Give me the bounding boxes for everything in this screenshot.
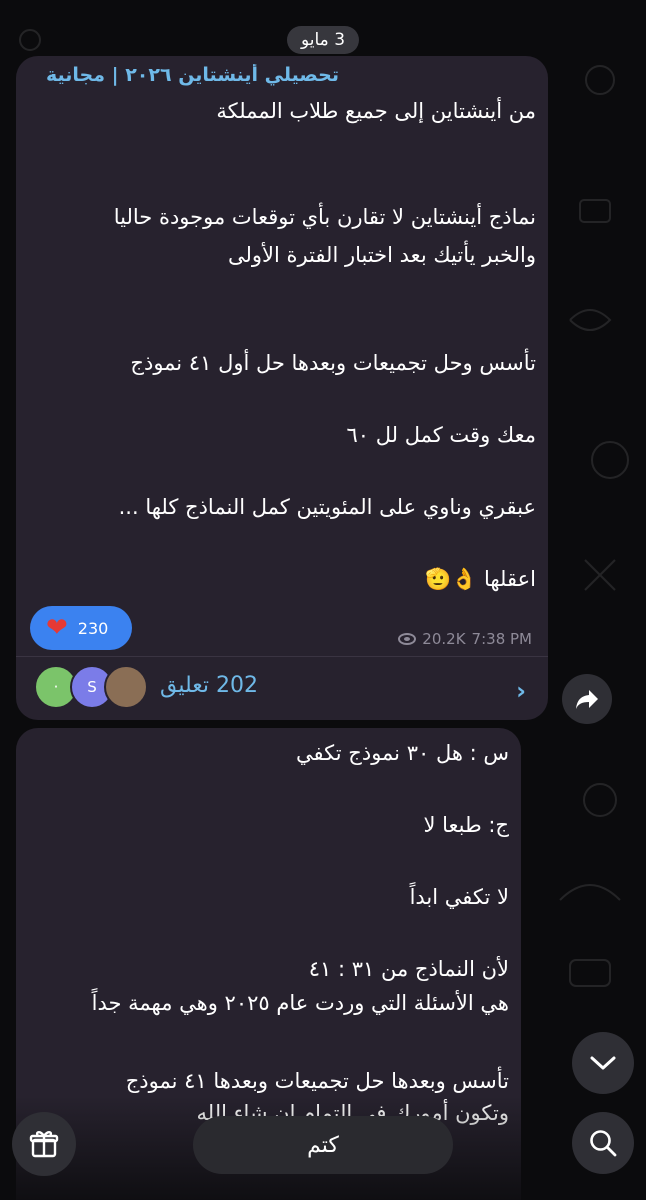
- post-meta: 20.2K 7:38 PM: [398, 630, 532, 648]
- date-separator: 3 مايو: [286, 26, 360, 54]
- post-line: والخبر يأتيك بعد اختبار الفترة الأولى: [227, 243, 536, 267]
- post-line: تأسس وبعدها حل تجميعات وبعدها ٤١ نموذج: [125, 1069, 509, 1093]
- channel-post: تحصيلي أينشتاين ٢٠٢٦ | مجانية من أينشتاي…: [16, 56, 548, 720]
- view-count: 20.2K: [422, 630, 466, 648]
- post-line: س : هل ٣٠ نموذج تكفي: [296, 741, 509, 765]
- share-button[interactable]: [562, 674, 612, 724]
- chevron-right-icon: ›: [516, 677, 526, 705]
- comments-count-label: 202 تعليق: [160, 673, 258, 698]
- heart-icon: ❤: [46, 613, 68, 643]
- post-line: لأن النماذج من ٣١ : ٤١: [308, 957, 509, 981]
- post-line: اعقلها 👌🫡: [425, 567, 536, 591]
- reaction-count: 230: [77, 618, 109, 638]
- post-line: تأسس وحل تجميعات وبعدها حل أول ٤١ نموذج: [130, 351, 536, 375]
- gift-button[interactable]: [12, 1112, 76, 1176]
- heart-reaction[interactable]: ❤ 230: [30, 606, 132, 650]
- post-line: معك وقت كمل لل ٦٠: [346, 423, 537, 447]
- post-line: عبقري وناوي على المئويتين كمل النماذج كل…: [118, 495, 536, 519]
- eye-icon: [398, 633, 417, 645]
- gift-icon: [29, 1131, 59, 1158]
- commenter-avatars: · S: [34, 665, 148, 711]
- post-line: نماذج أينشتاين لا تقارن بأي توقعات موجود…: [113, 205, 536, 229]
- search-button[interactable]: [572, 1112, 634, 1174]
- search-icon: [590, 1130, 617, 1157]
- post-line: ج: طبعا لا: [423, 813, 509, 837]
- post-line: لا تكفي ابداً: [409, 885, 509, 909]
- channel-name[interactable]: تحصيلي أينشتاين ٢٠٢٦ | مجانية: [46, 64, 528, 86]
- mute-button[interactable]: كتم: [193, 1116, 453, 1174]
- post-line: هي الأسئلة التي وردت عام ٢٠٢٥ وهي مهمة ج…: [91, 991, 509, 1015]
- post-line: من أينشتاين إلى جميع طلاب المملكة: [216, 99, 536, 123]
- scroll-down-button[interactable]: [572, 1032, 634, 1094]
- comments-link[interactable]: · S 202 تعليق ›: [16, 657, 548, 720]
- post-time: 7:38 PM: [471, 630, 532, 648]
- chevron-down-icon: [590, 1056, 616, 1070]
- forward-icon: [576, 690, 598, 709]
- avatar: [104, 665, 148, 709]
